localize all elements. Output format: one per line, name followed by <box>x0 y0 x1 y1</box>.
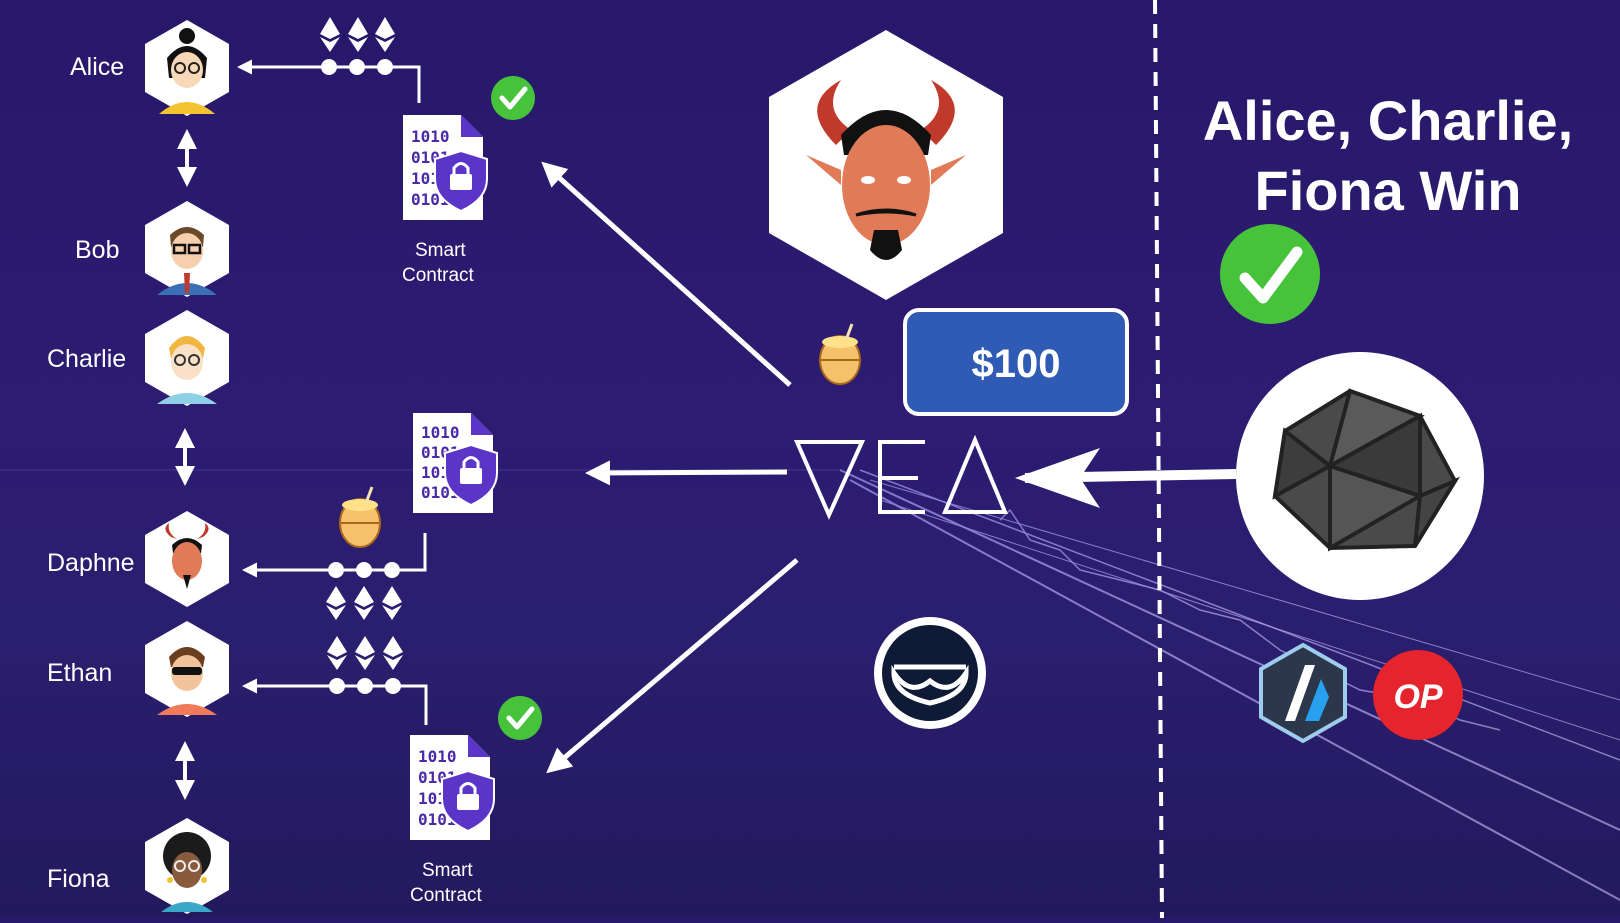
vea-logo <box>793 434 1008 520</box>
result-title-line2: Fiona Win <box>1254 159 1521 222</box>
arrow-oracle-to-vea <box>1015 448 1237 508</box>
arrow-vea-to-top-contract <box>541 161 792 387</box>
contract-caption-top-line1: Smart <box>415 240 466 261</box>
payout-path-daphne <box>242 533 427 578</box>
svg-text:1010: 1010 <box>418 747 457 766</box>
payout-path-ethan <box>242 678 428 725</box>
oracle-dice-icon <box>1236 352 1484 600</box>
eth-tokens-ethan <box>327 636 403 670</box>
diagram-canvas: Alice Bob Charlie Daphne Ethan Fiona 101… <box>0 0 1620 919</box>
participant-name-daphne: Daphne <box>47 549 135 577</box>
result-title-line1: Alice, Charlie, <box>1203 89 1573 152</box>
participant-name-charlie: Charlie <box>47 345 126 373</box>
section-divider <box>1153 0 1164 919</box>
avatar-ethan <box>145 621 229 717</box>
arrow-vea-to-bottom-contract <box>546 558 799 774</box>
check-icon-bottom-contract <box>498 696 542 740</box>
contract-caption-bottom-line1: Smart <box>422 860 473 881</box>
gnosis-owl-icon <box>874 617 986 729</box>
svg-text:1010: 1010 <box>421 423 460 442</box>
avatar-fiona <box>145 818 229 914</box>
participant-name-bob: Bob <box>75 236 119 264</box>
eth-tokens-daphne <box>326 586 402 620</box>
smart-contract-top: 1010 0101 1010 0101 <box>403 115 488 220</box>
avatar-alice <box>145 20 229 116</box>
eth-tokens-alice <box>320 17 395 52</box>
honey-pot-icon-center <box>819 323 861 385</box>
smart-contract-bottom: 1010 0101 1010 0101 <box>410 735 495 840</box>
bond-amount-box: $100 <box>903 308 1129 416</box>
svg-text:1010: 1010 <box>411 127 450 146</box>
smart-contract-middle: 1010 0101 1010 0101 <box>413 413 498 513</box>
arbitrum-icon <box>1259 642 1347 744</box>
avatar-daphne <box>145 511 229 607</box>
participant-name-fiona: Fiona <box>47 865 110 893</box>
malicious-actor-devil-icon <box>769 30 1003 300</box>
participant-name-alice: Alice <box>70 53 124 81</box>
winners-check-icon <box>1220 224 1320 324</box>
participant-name-ethan: Ethan <box>47 659 112 687</box>
check-icon-top-contract <box>491 76 535 120</box>
optimism-icon: OP <box>1373 650 1463 740</box>
bond-amount-label: $100 <box>972 342 1061 386</box>
contract-caption-top-line2: Contract <box>402 265 475 286</box>
payout-path-alice <box>237 59 421 103</box>
avatar-bob <box>145 201 229 297</box>
avatar-charlie <box>145 310 229 406</box>
arrow-vea-to-middle-contract <box>585 460 788 486</box>
optimism-label: OP <box>1393 678 1442 716</box>
contract-caption-bottom-line2: Contract <box>410 885 483 906</box>
honey-pot-icon-daphne <box>339 486 381 548</box>
